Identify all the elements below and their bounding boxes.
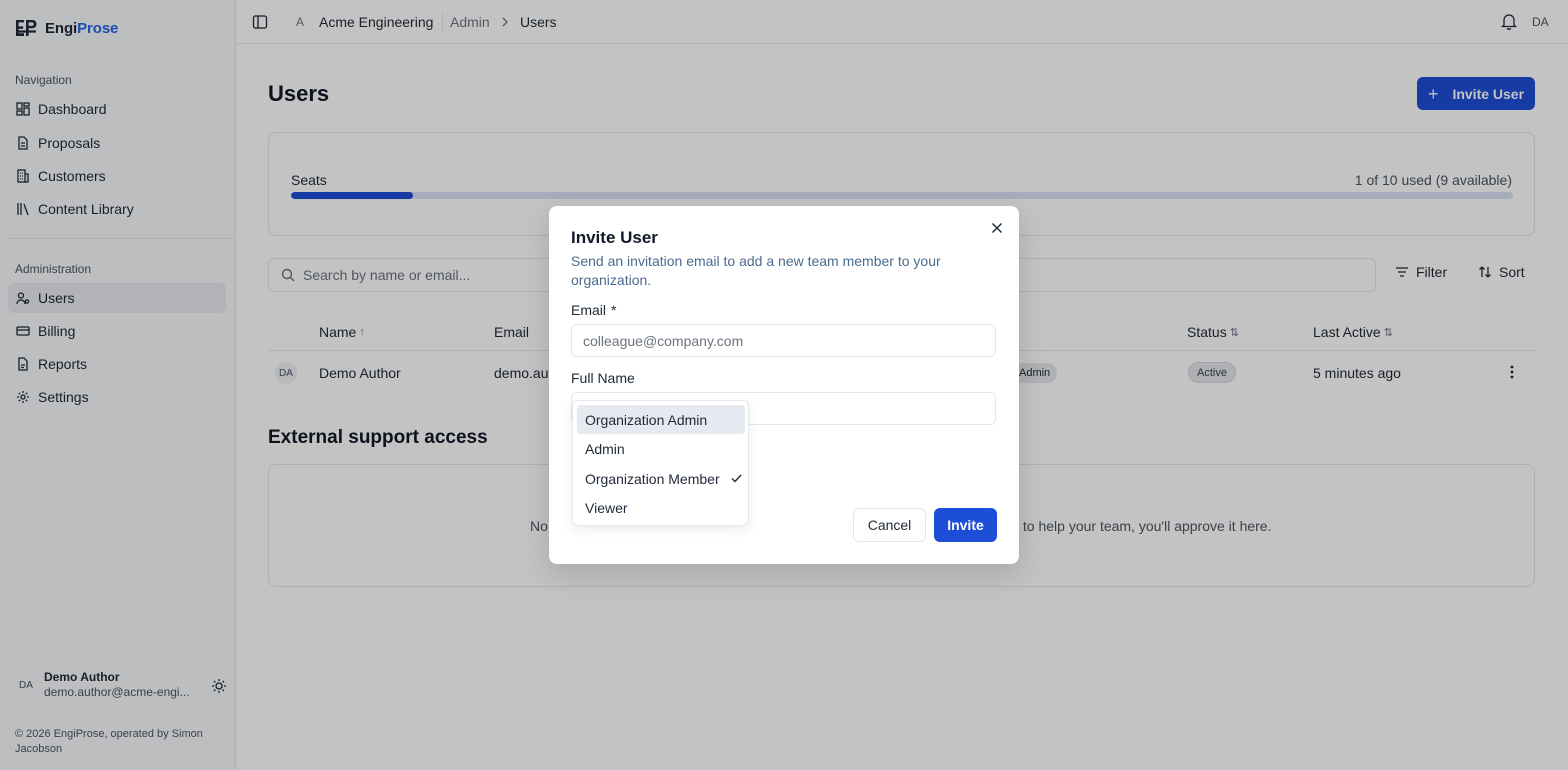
invite-button[interactable]: Invite bbox=[934, 508, 997, 542]
close-icon[interactable] bbox=[991, 222, 1003, 234]
role-option-organization-member[interactable]: Organization Member bbox=[577, 464, 745, 493]
email-label: Email * bbox=[571, 302, 616, 318]
role-option-label: Organization Admin bbox=[585, 411, 708, 428]
role-option-label: Admin bbox=[585, 440, 625, 457]
role-option-organization-admin[interactable]: Organization Admin bbox=[577, 405, 745, 434]
role-option-label: Organization Member bbox=[585, 470, 720, 487]
email-label-text: Email bbox=[571, 302, 607, 318]
role-dropdown: Organization Admin Admin Organization Me… bbox=[572, 400, 749, 526]
dialog-title: Invite User bbox=[571, 228, 658, 247]
role-option-viewer[interactable]: Viewer bbox=[577, 493, 745, 522]
role-option-label: Viewer bbox=[585, 499, 628, 516]
role-option-admin[interactable]: Admin bbox=[577, 434, 745, 463]
dialog-description: Send an invitation email to add a new te… bbox=[571, 253, 941, 288]
required-asterisk: * bbox=[611, 302, 617, 318]
email-field[interactable] bbox=[571, 324, 996, 357]
cancel-button[interactable]: Cancel bbox=[853, 508, 926, 542]
full-name-label: Full Name bbox=[571, 370, 635, 386]
check-icon bbox=[731, 474, 742, 483]
